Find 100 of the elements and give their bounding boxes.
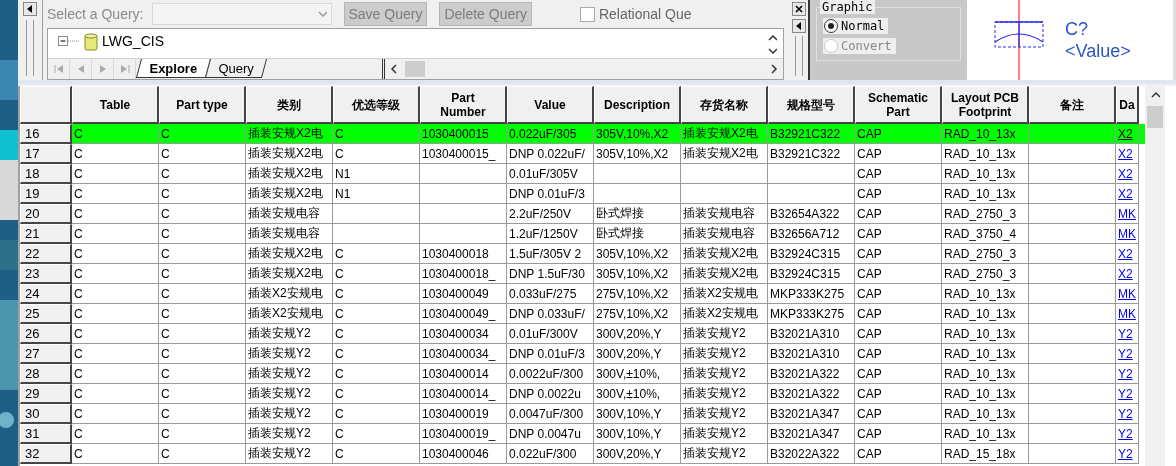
table-cell: C	[74, 446, 83, 461]
close-button[interactable]	[792, 2, 806, 16]
table-cell: C	[161, 206, 170, 221]
table-cell: C	[161, 166, 170, 181]
column-header[interactable]: 备注	[1029, 86, 1116, 124]
row-number[interactable]: 16	[20, 124, 72, 144]
table-cell: RAD_10_13x	[944, 326, 1016, 341]
table-cell: 300V,10%,Y	[596, 426, 662, 441]
column-header[interactable]: Description	[594, 86, 681, 124]
splitter-grip[interactable]	[795, 36, 803, 76]
table-cell: 300V,±10%,	[596, 386, 661, 401]
table-cell: 插装安规Y2	[683, 445, 746, 462]
table-cell: 1030400014	[422, 366, 489, 381]
table-cell: RAD_10_13x	[944, 146, 1016, 161]
datasheet-link[interactable]: Y2	[1118, 446, 1133, 461]
scroll-thumb[interactable]	[405, 61, 425, 77]
table-cell: C	[335, 306, 344, 321]
table-cell: 0.01uF/305V	[509, 166, 578, 181]
table-cell: 2.2uF/250V	[509, 206, 572, 221]
row-number[interactable]: 30	[20, 404, 72, 424]
datasheet-link[interactable]: Y2	[1118, 366, 1133, 381]
row-number[interactable]: 23	[20, 264, 72, 284]
datasheet-link[interactable]: MK	[1118, 306, 1136, 321]
table-cell: MKP333K275	[770, 306, 845, 321]
table-cell: B32021A310	[770, 346, 840, 361]
checkbox[interactable]	[579, 6, 595, 22]
datasheet-link[interactable]: Y2	[1118, 386, 1133, 401]
collapse-icon[interactable]	[58, 33, 80, 49]
datasheet-link[interactable]: MK	[1118, 206, 1136, 221]
row-number[interactable]: 27	[20, 344, 72, 364]
table-cell: 1030400014_	[422, 386, 496, 401]
row-number[interactable]: 18	[20, 164, 72, 184]
splitter-grip[interactable]	[26, 20, 34, 76]
row-number[interactable]: 25	[20, 304, 72, 324]
scroll-thumb[interactable]	[1147, 106, 1163, 128]
row-number[interactable]: 28	[20, 364, 72, 384]
row-number[interactable]: 29	[20, 384, 72, 404]
table-cell: 插装安规Y2	[248, 385, 311, 402]
column-header[interactable]: 存货名称	[681, 86, 768, 124]
table-cell: RAD_2750_3	[944, 246, 1017, 261]
column-header[interactable]: Table	[72, 86, 159, 124]
table-cell: CAP	[857, 186, 882, 201]
table-cell: 0.01uF/300V	[509, 326, 578, 341]
row-number[interactable]: 21	[20, 224, 72, 244]
datasheet-link[interactable]: X2	[1118, 146, 1133, 161]
table-cell: 0.033uF/275	[509, 286, 577, 301]
row-number[interactable]: 22	[20, 244, 72, 264]
table-cell: C	[74, 206, 83, 221]
tree-item[interactable]: LWG_CIS	[102, 33, 164, 49]
table-cell: 插装安规X2电	[248, 265, 323, 282]
row-number[interactable]: 32	[20, 444, 72, 464]
datasheet-link[interactable]: X2	[1118, 166, 1133, 181]
column-header[interactable]: 优选等级	[333, 86, 420, 124]
datasheet-link[interactable]: MK	[1118, 226, 1136, 241]
table-cell: 插装安规Y2	[683, 405, 746, 422]
table-cell: CAP	[857, 146, 882, 161]
datasheet-link[interactable]: X2	[1118, 246, 1133, 261]
datasheet-link[interactable]: MK	[1118, 286, 1136, 301]
column-header[interactable]: Part type	[159, 86, 246, 124]
datasheet-link[interactable]: X2	[1118, 186, 1133, 201]
table-cell: 插装安规X2电	[683, 265, 758, 282]
row-number[interactable]: 24	[20, 284, 72, 304]
datasheet-link[interactable]: X2	[1118, 126, 1133, 141]
table-row[interactable]: 16 C C 插装安规X2电 C 1030400015 0.022uF/305 305V,10%,X2 插装安规X2电 B32921C322 CAP RAD_10_13x X2	[20, 124, 1145, 144]
column-header[interactable]: 规格型号	[768, 86, 855, 124]
row-number[interactable]: 31	[20, 424, 72, 444]
collapse-button[interactable]	[792, 19, 806, 33]
tab[interactable]: Query	[204, 59, 268, 78]
datasheet-link[interactable]: X2	[1118, 266, 1133, 281]
table-cell: B32021A347	[770, 426, 840, 441]
table-cell: 插装安规电容	[248, 225, 320, 242]
row-number[interactable]: 19	[20, 184, 72, 204]
table-cell: C	[335, 346, 344, 361]
datasheet-link[interactable]: Y2	[1118, 326, 1133, 341]
table-cell: B32921C322	[770, 146, 841, 161]
column-header[interactable]: Da	[1116, 86, 1139, 124]
query-dropdown[interactable]	[151, 3, 332, 25]
column-header[interactable]: Schematic Part	[855, 86, 942, 124]
column-header[interactable]: Value	[507, 86, 594, 124]
value-label: <Value>	[1065, 40, 1131, 62]
column-header[interactable]: 类别	[246, 86, 333, 124]
row-number[interactable]: 17	[20, 144, 72, 164]
table-cell: DNP 0.033uF/	[509, 306, 585, 321]
table-cell: CAP	[857, 346, 882, 361]
table-cell: CAP	[857, 246, 882, 261]
tab[interactable]: Explore	[135, 59, 211, 78]
table-cell: CAP	[857, 366, 882, 381]
datasheet-link[interactable]: Y2	[1118, 346, 1133, 361]
last-icon	[119, 64, 130, 74]
row-number[interactable]: 20	[20, 204, 72, 224]
table-cell: C	[74, 286, 83, 301]
table-cell: B32921C322	[770, 126, 841, 141]
radio-option[interactable]: Normal	[823, 18, 889, 34]
row-number[interactable]: 26	[20, 324, 72, 344]
column-header[interactable]: Layout PCB Footprint	[942, 86, 1029, 124]
column-header[interactable]: Part Number	[420, 86, 507, 124]
datasheet-link[interactable]: Y2	[1118, 426, 1133, 441]
table-cell: RAD_10_13x	[944, 126, 1016, 141]
datasheet-link[interactable]: Y2	[1118, 406, 1133, 421]
collapse-button[interactable]	[23, 2, 37, 16]
